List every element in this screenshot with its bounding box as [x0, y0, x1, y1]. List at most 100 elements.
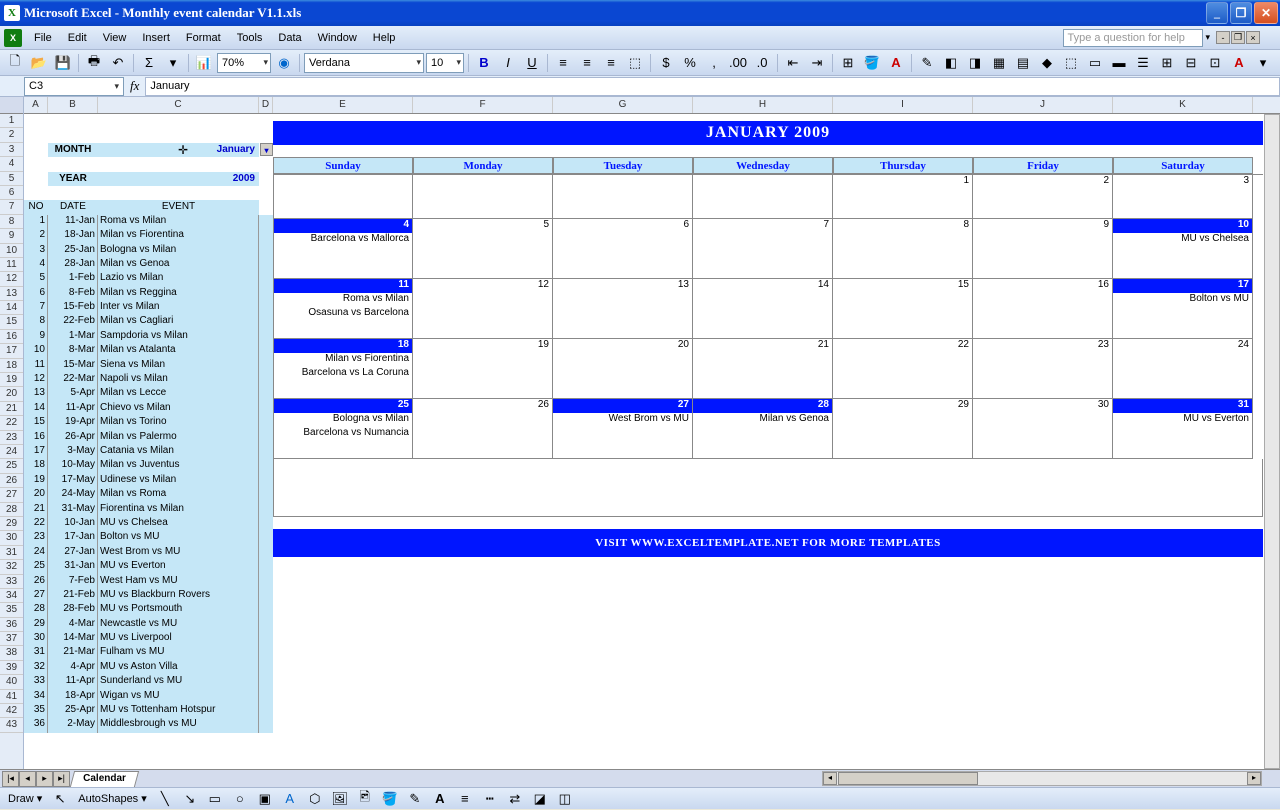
- calendar-cell[interactable]: 23: [973, 339, 1113, 399]
- column-header[interactable]: F: [413, 97, 553, 113]
- print-icon[interactable]: 🖶: [83, 52, 105, 74]
- event-row[interactable]: 91-MarSampdoria vs Milan: [24, 330, 273, 344]
- event-row[interactable]: 2210-JanMU vs Chelsea: [24, 517, 273, 531]
- tab-nav-next[interactable]: ▸: [36, 771, 53, 787]
- new-icon[interactable]: 🗋: [4, 52, 26, 74]
- row-header[interactable]: 4: [0, 157, 23, 171]
- event-row[interactable]: 428-JanMilan vs Genoa: [24, 258, 273, 272]
- row-header[interactable]: 11: [0, 258, 23, 272]
- tool-icon[interactable]: ▤: [1012, 52, 1034, 74]
- event-row[interactable]: 2427-JanWest Brom vs MU: [24, 546, 273, 560]
- dec-decimal-icon[interactable]: .0: [751, 52, 773, 74]
- row-header[interactable]: 17: [0, 344, 23, 358]
- font-color-icon[interactable]: A: [885, 52, 907, 74]
- event-row[interactable]: 1917-MayUdinese vs Milan: [24, 474, 273, 488]
- column-header[interactable]: D: [259, 97, 273, 113]
- column-header[interactable]: G: [553, 97, 693, 113]
- row-header[interactable]: 7: [0, 200, 23, 214]
- row-header[interactable]: 13: [0, 287, 23, 301]
- select-objects-icon[interactable]: ↖: [49, 788, 71, 810]
- calendar-cell[interactable]: [693, 175, 833, 219]
- column-header[interactable]: C: [98, 97, 259, 113]
- select-all-corner[interactable]: [0, 97, 23, 114]
- menu-insert[interactable]: Insert: [134, 29, 178, 47]
- event-row[interactable]: 1626-AprMilan vs Palermo: [24, 431, 273, 445]
- font-color-icon[interactable]: A: [429, 788, 451, 810]
- month-dropdown[interactable]: January▾: [98, 143, 259, 157]
- calendar-cell[interactable]: [413, 175, 553, 219]
- clipart-icon[interactable]: 🖼: [329, 788, 351, 810]
- calendar-cell[interactable]: 2: [973, 175, 1113, 219]
- event-row[interactable]: 1411-AprChievo vs Milan: [24, 402, 273, 416]
- calendar-cell[interactable]: 9: [973, 219, 1113, 279]
- column-header[interactable]: E: [273, 97, 413, 113]
- sheet-tab-calendar[interactable]: Calendar: [70, 771, 139, 787]
- event-row[interactable]: 267-FebWest Ham vs MU: [24, 575, 273, 589]
- font-combo[interactable]: Verdana: [304, 53, 424, 73]
- event-row[interactable]: 68-FebMilan vs Reggina: [24, 287, 273, 301]
- row-header[interactable]: 28: [0, 503, 23, 517]
- save-icon[interactable]: 💾: [52, 52, 74, 74]
- calendar-cell[interactable]: [273, 175, 413, 219]
- row-header[interactable]: 8: [0, 215, 23, 229]
- row-header[interactable]: 26: [0, 474, 23, 488]
- diagram-icon[interactable]: ⬡: [304, 788, 326, 810]
- row-header[interactable]: 16: [0, 330, 23, 344]
- currency-icon[interactable]: $: [655, 52, 677, 74]
- calendar-cell[interactable]: 17Bolton vs MU: [1113, 279, 1253, 339]
- calendar-cell[interactable]: 29: [833, 399, 973, 459]
- calendar-cell[interactable]: 16: [973, 279, 1113, 339]
- calendar-cell[interactable]: 8: [833, 219, 973, 279]
- menu-view[interactable]: View: [95, 29, 135, 47]
- event-row[interactable]: 3311-AprSunderland vs MU: [24, 675, 273, 689]
- row-header[interactable]: 18: [0, 359, 23, 373]
- align-left-icon[interactable]: ≡: [552, 52, 574, 74]
- align-center-icon[interactable]: ≡: [576, 52, 598, 74]
- event-row[interactable]: 2024-MayMilan vs Roma: [24, 488, 273, 502]
- menu-data[interactable]: Data: [270, 29, 309, 47]
- event-row[interactable]: 2317-JanBolton vs MU: [24, 531, 273, 545]
- wordart-icon[interactable]: A: [279, 788, 301, 810]
- row-header[interactable]: 41: [0, 690, 23, 704]
- event-row[interactable]: 1519-AprMilan vs Torino: [24, 416, 273, 430]
- horizontal-scrollbar[interactable]: ◂ ▸: [822, 771, 1262, 786]
- calendar-cell[interactable]: 6: [553, 219, 693, 279]
- doc-restore-button[interactable]: ❐: [1231, 31, 1245, 44]
- event-row[interactable]: 3418-AprWigan vs MU: [24, 690, 273, 704]
- tool-icon[interactable]: ⊟: [1180, 52, 1202, 74]
- row-header[interactable]: 31: [0, 546, 23, 560]
- draw-menu[interactable]: Draw ▾: [4, 791, 46, 806]
- sort-icon[interactable]: ▾: [162, 52, 184, 74]
- inc-indent-icon[interactable]: ⇥: [806, 52, 828, 74]
- event-row[interactable]: 362-MayMiddlesbrough vs MU: [24, 718, 273, 732]
- event-row[interactable]: 2131-MayFiorentina vs Milan: [24, 503, 273, 517]
- calendar-cell[interactable]: 25Bologna vs MilanBarcelona vs Numancia: [273, 399, 413, 459]
- row-header[interactable]: 27: [0, 488, 23, 502]
- row-header[interactable]: 42: [0, 704, 23, 718]
- row-header[interactable]: 25: [0, 459, 23, 473]
- textbox-icon[interactable]: ▣: [254, 788, 276, 810]
- rectangle-icon[interactable]: ▭: [204, 788, 226, 810]
- row-header[interactable]: 9: [0, 229, 23, 243]
- row-header[interactable]: 23: [0, 431, 23, 445]
- calendar-cell[interactable]: 18Milan vs FiorentinaBarcelona vs La Cor…: [273, 339, 413, 399]
- calendar-cell[interactable]: 1: [833, 175, 973, 219]
- maximize-button[interactable]: ❐: [1230, 2, 1252, 24]
- tool-icon[interactable]: ✎: [916, 52, 938, 74]
- event-row[interactable]: 822-FebMilan vs Cagliari: [24, 315, 273, 329]
- calendar-cell[interactable]: 5: [413, 219, 553, 279]
- formula-bar[interactable]: January: [145, 77, 1280, 96]
- row-header[interactable]: 40: [0, 675, 23, 689]
- event-row[interactable]: 1810-MayMilan vs Juventus: [24, 459, 273, 473]
- calendar-cell[interactable]: 4Barcelona vs Mallorca: [273, 219, 413, 279]
- tool-icon[interactable]: ▦: [988, 52, 1010, 74]
- event-row[interactable]: 2531-JanMU vs Everton: [24, 560, 273, 574]
- zoom-combo[interactable]: 70%: [217, 53, 271, 73]
- calendar-cell[interactable]: 31MU vs Everton: [1113, 399, 1253, 459]
- calendar-cell[interactable]: 28Milan vs Genoa: [693, 399, 833, 459]
- event-row[interactable]: 294-MarNewcastle vs MU: [24, 618, 273, 632]
- event-row[interactable]: 2828-FebMU vs Portsmouth: [24, 603, 273, 617]
- tool-icon[interactable]: A: [1228, 52, 1250, 74]
- autoshapes-menu[interactable]: AutoShapes ▾: [74, 791, 151, 806]
- row-header[interactable]: 32: [0, 560, 23, 574]
